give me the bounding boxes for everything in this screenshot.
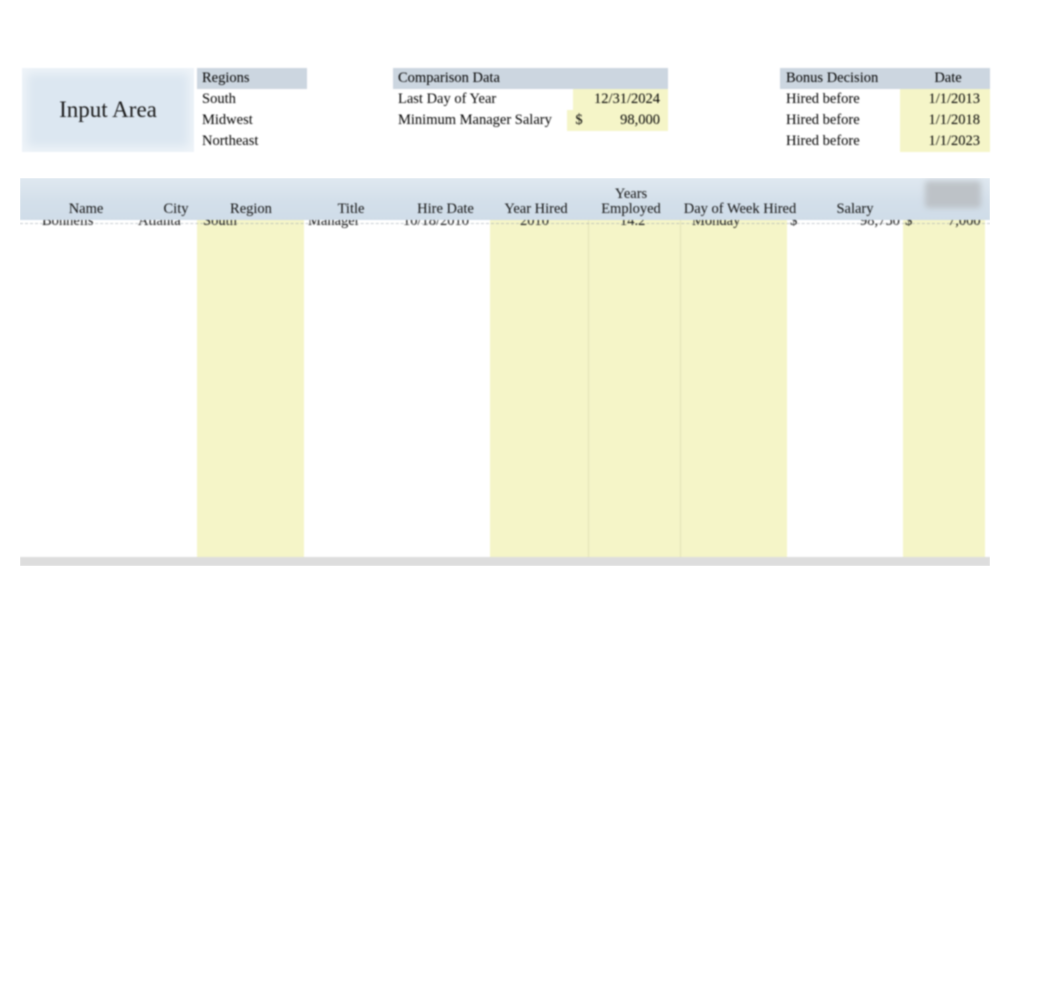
bonus-label-3: Hired before (786, 133, 860, 149)
comparison-header-spacer (572, 68, 668, 89)
bonus-row-3: Hired before 1/1/2023 (780, 131, 990, 152)
bonus-header-row: Bonus Decision Date (780, 68, 990, 89)
highlight-column-derived (490, 220, 787, 566)
table-inner: Name City Region Title Hire Date Year Hi… (20, 178, 990, 566)
bonus-date-3[interactable]: 1/1/2023 (900, 131, 990, 152)
column-header-year-hired[interactable]: Year Hired (488, 202, 584, 217)
comparison-row-min-salary: Minimum Manager Salary $ 98,000 (393, 110, 668, 131)
row-divider (20, 223, 990, 225)
cell-title: Manager (308, 220, 360, 229)
bonus-label-2: Hired before (786, 112, 860, 128)
cell-region: South (203, 220, 237, 229)
input-area-title: Input Area (22, 68, 194, 152)
input-area-band: Input Area Regions South Midwest Northea… (0, 60, 1062, 170)
column-header-salary[interactable]: Salary (810, 202, 900, 217)
minimum-manager-salary-label: Minimum Manager Salary (398, 112, 552, 128)
region-item-northeast[interactable]: Northeast (197, 131, 307, 152)
cell-bonus-symbol: $ (905, 220, 913, 229)
minimum-manager-salary-value[interactable]: $ 98,000 (567, 110, 668, 131)
column-header-region[interactable]: Region (205, 202, 297, 217)
comparison-data-table: Comparison Data Last Day of Year 12/31/2… (393, 68, 668, 132)
left-edge-gap-lower (20, 478, 46, 492)
regions-table: Regions South Midwest Northeast (197, 68, 307, 152)
column-header-name[interactable]: Name (36, 202, 136, 217)
last-day-of-year-label: Last Day of Year (398, 91, 497, 107)
bonus-date-1[interactable]: 1/1/2013 (900, 89, 990, 110)
bonus-label-1: Hired before (786, 91, 860, 107)
highlight-column-bonus (903, 220, 985, 566)
regions-header: Regions (197, 68, 307, 89)
column-header-years-employed[interactable]: Years Employed (585, 187, 677, 217)
table-header-row: Name City Region Title Hire Date Year Hi… (20, 178, 990, 220)
input-area-label: Input Area (59, 97, 157, 122)
column-header-title[interactable]: Title (305, 202, 397, 217)
cell-salary-symbol: $ (790, 220, 798, 229)
column-divider-2 (680, 220, 681, 566)
bonus-date-header: Date (906, 68, 990, 89)
comparison-header-label: Comparison Data (398, 70, 500, 86)
bonus-decision-table: Bonus Decision Date Hired before 1/1/201… (780, 68, 990, 153)
table-bottom-border (20, 557, 990, 566)
bonus-date-2[interactable]: 1/1/2018 (900, 110, 990, 131)
column-divider-1 (588, 220, 589, 566)
left-edge-gap-upper (20, 416, 46, 434)
blurred-header-cell (925, 181, 981, 208)
comparison-header-row: Comparison Data (393, 68, 668, 89)
last-day-of-year-value[interactable]: 12/31/2024 (572, 89, 668, 110)
region-item-south[interactable]: South (197, 89, 307, 110)
bonus-row-2: Hired before 1/1/2018 (780, 110, 990, 131)
cell-city: Atlanta (138, 220, 181, 229)
cell-hire-date: 10/18/2010 (403, 220, 470, 229)
column-header-hire-date[interactable]: Hire Date (398, 202, 493, 217)
bonus-decision-header: Bonus Decision (786, 70, 879, 86)
minimum-manager-salary-number: 98,000 (620, 112, 660, 128)
cell-name: Bonnells (42, 220, 94, 229)
highlight-column-region (197, 220, 304, 566)
cell-salary: 98,750 (860, 220, 900, 229)
column-header-day-of-week[interactable]: Day of Week Hired (675, 202, 805, 217)
cell-day-of-week: Monday (692, 220, 741, 229)
comparison-row-last-day: Last Day of Year 12/31/2024 (393, 89, 668, 110)
currency-symbol: $ (575, 112, 583, 128)
employee-data-table: Name City Region Title Hire Date Year Hi… (20, 178, 990, 566)
region-item-midwest[interactable]: Midwest (197, 110, 307, 131)
cell-bonus: 7,000 (948, 220, 981, 229)
cell-years-employed: 14.2 (620, 220, 646, 229)
cell-year-hired: 2010 (520, 220, 549, 229)
bonus-row-1: Hired before 1/1/2013 (780, 89, 990, 110)
